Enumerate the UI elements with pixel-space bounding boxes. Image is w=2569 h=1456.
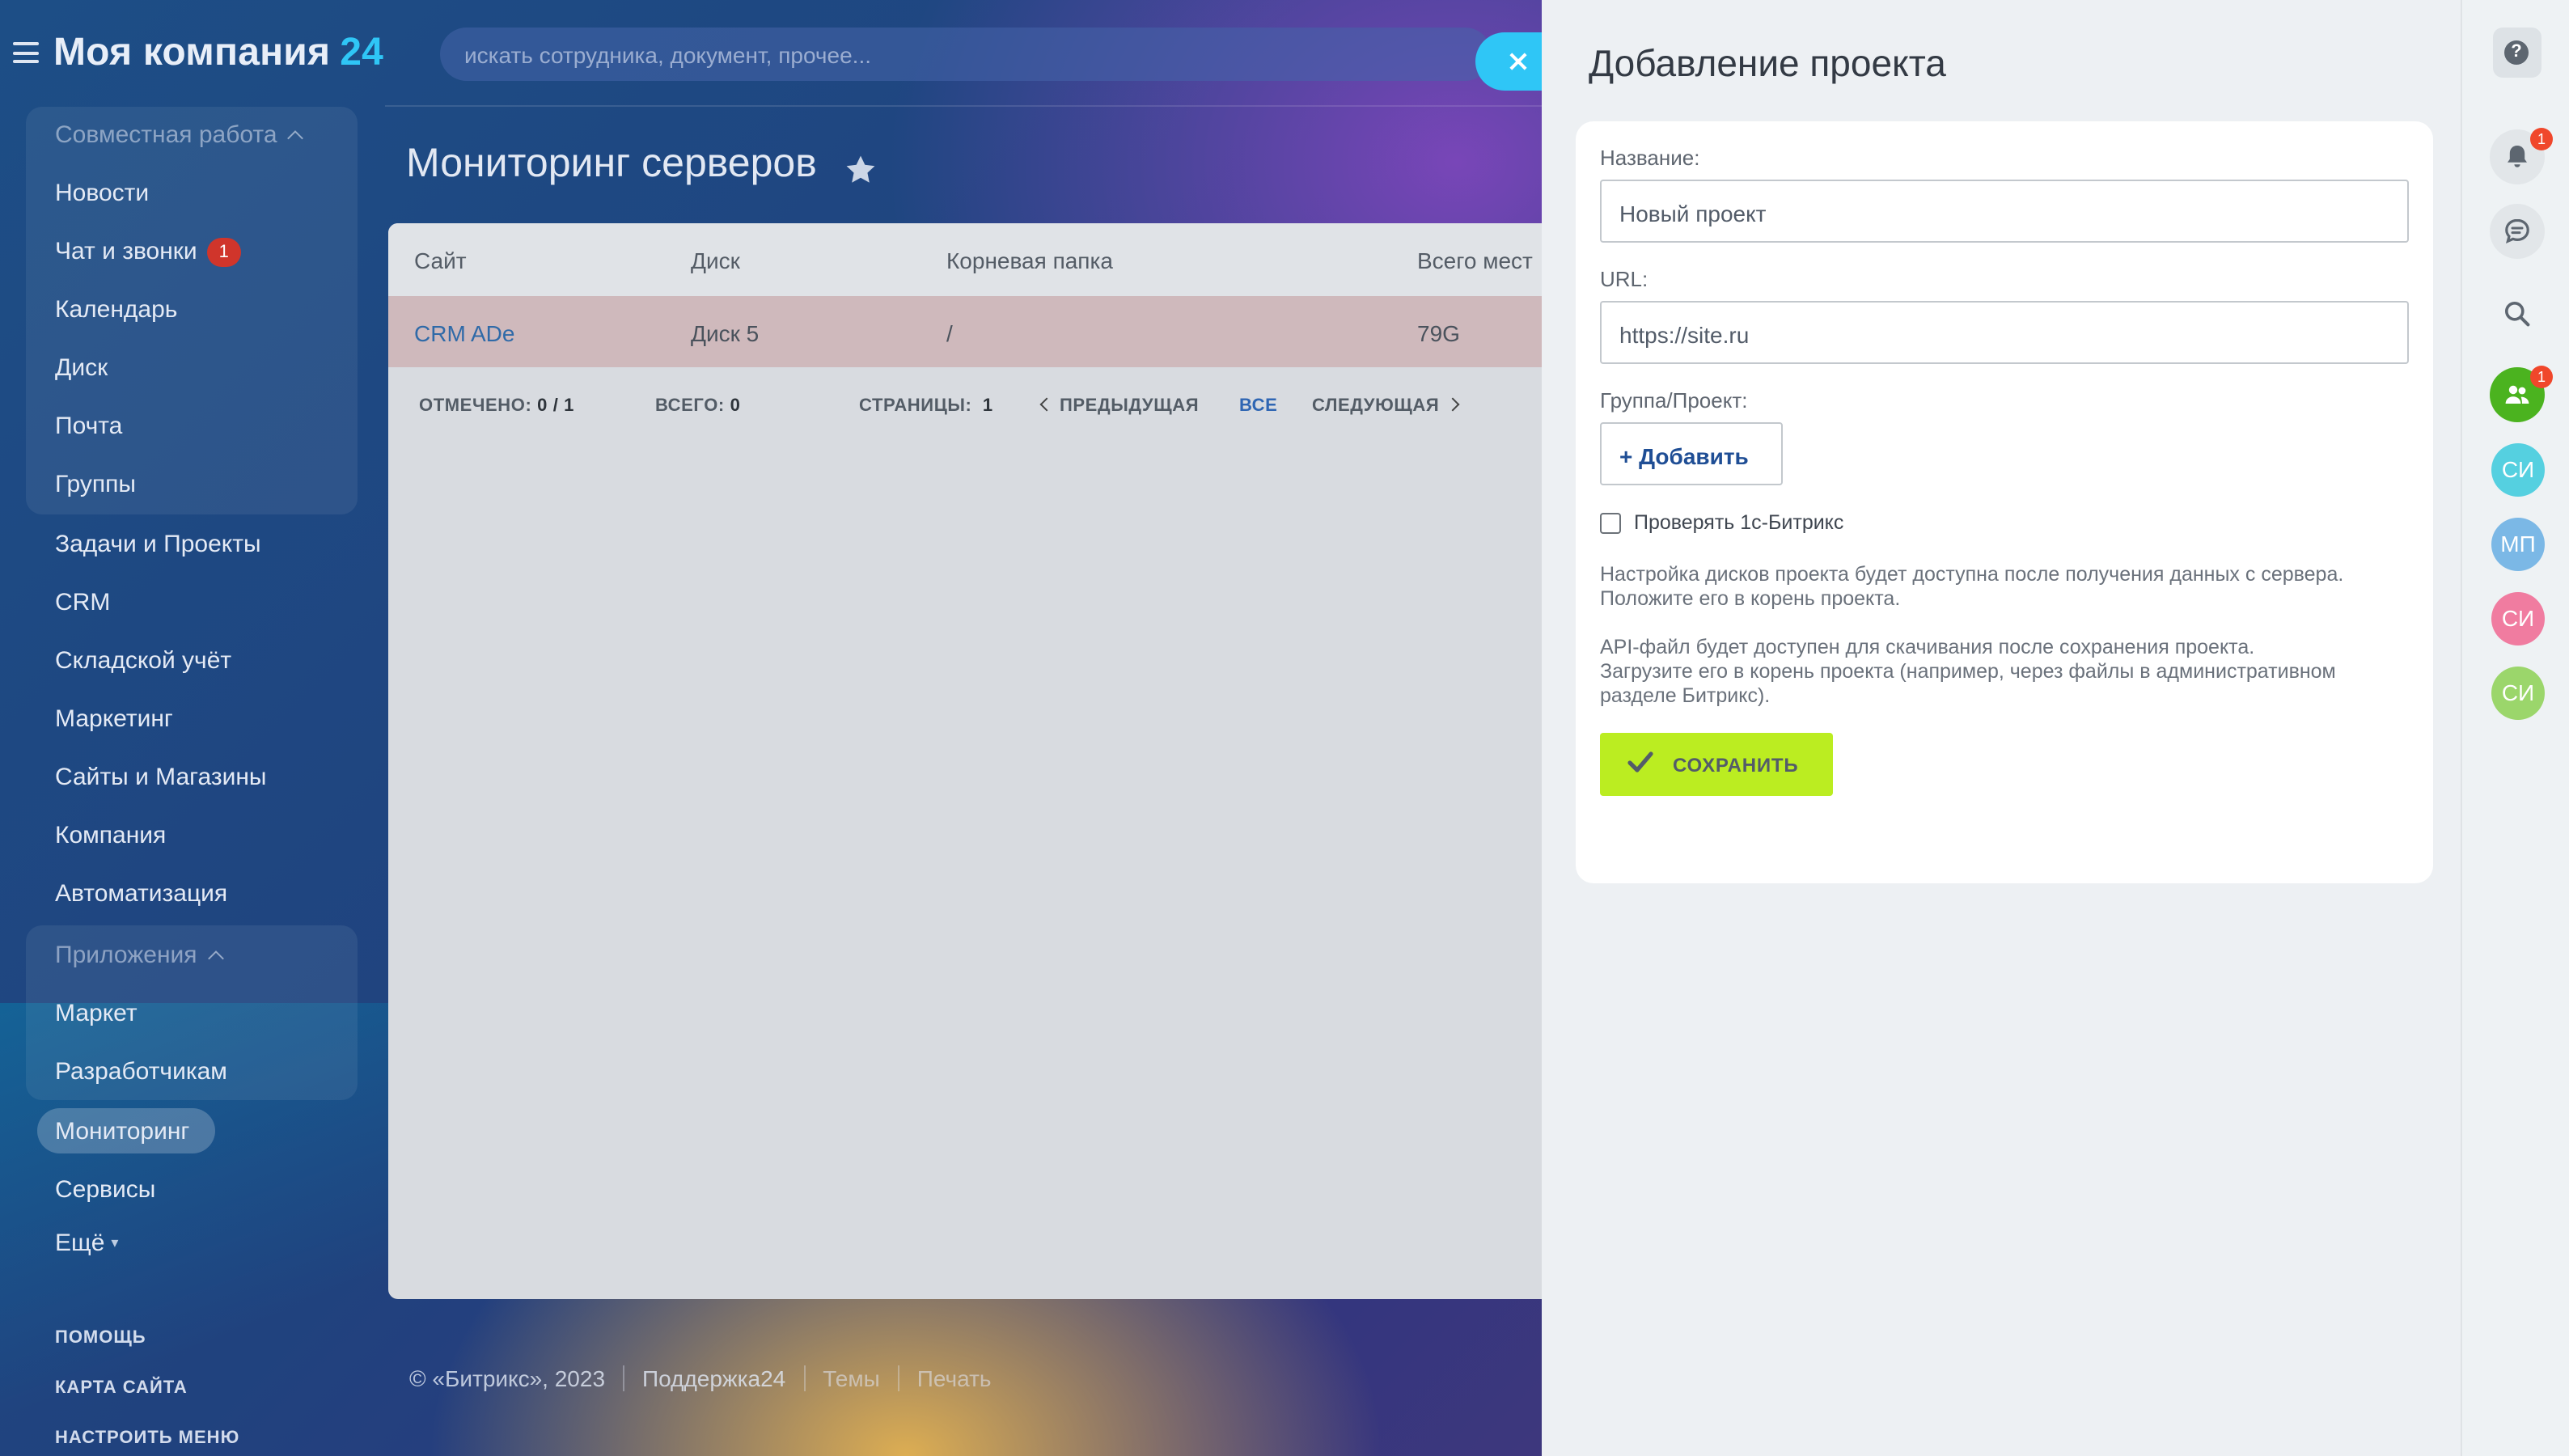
url-label: URL: xyxy=(1600,267,1648,291)
add-group-button[interactable]: + Добавить xyxy=(1600,422,1783,485)
add-project-form: Название: Новый проект URL: https://site… xyxy=(1576,121,2433,883)
slider-close-button[interactable] xyxy=(1475,32,1547,91)
disks-note-line: Настройка дисков проекта будет доступна … xyxy=(1600,563,2344,586)
chat-button[interactable] xyxy=(2490,204,2545,259)
chat-bubble-icon xyxy=(2505,218,2529,243)
right-toolbar: ? 1 1 СИ МП СИ СИ xyxy=(2461,0,2569,1456)
api-note-line: API-файл будет доступен для скачивания п… xyxy=(1600,636,2255,658)
name-field[interactable]: Новый проект xyxy=(1600,180,2409,243)
url-field-value: https://site.ru xyxy=(1619,322,1750,348)
avatar[interactable]: МП xyxy=(2491,518,2545,571)
question-icon: ? xyxy=(2504,40,2529,65)
save-button-label: СОХРАНИТЬ xyxy=(1673,754,1799,777)
save-button[interactable]: СОХРАНИТЬ xyxy=(1600,733,1833,796)
api-file-note: API-файл будет доступен для скачивания п… xyxy=(1600,636,2417,709)
avatar[interactable]: СИ xyxy=(2491,443,2545,497)
avatar[interactable]: СИ xyxy=(2491,592,2545,645)
api-note-line: разделе Битрикс). xyxy=(1600,684,1771,707)
search-icon xyxy=(2505,302,2530,327)
url-field[interactable]: https://site.ru xyxy=(1600,301,2409,364)
group-label: Группа/Проект: xyxy=(1600,388,1748,413)
help-button[interactable]: ? xyxy=(2493,28,2541,78)
bell-icon xyxy=(2508,146,2527,167)
notifications-badge: 1 xyxy=(2530,128,2553,150)
users-icon xyxy=(2505,385,2529,404)
add-project-slider: Добавление проекта Название: Новый проек… xyxy=(1542,0,2461,1456)
disks-note: Настройка дисков проекта будет доступна … xyxy=(1600,563,2417,612)
name-label: Название: xyxy=(1600,146,1700,170)
search-button[interactable] xyxy=(2490,286,2545,341)
add-group-button-label: + Добавить xyxy=(1619,443,1749,469)
check-bitrix-checkbox[interactable] xyxy=(1600,513,1621,534)
check-bitrix-label[interactable]: Проверять 1с-Битрикс xyxy=(1634,511,1843,534)
api-note-line: Загрузите его в корень проекта (например… xyxy=(1600,660,2336,683)
disks-note-line: Положите его в корень проекта. xyxy=(1600,587,1901,610)
name-field-value: Новый проект xyxy=(1619,201,1767,226)
avatar[interactable]: СИ xyxy=(2491,667,2545,720)
checkmark-icon xyxy=(1627,751,1653,772)
slider-title: Добавление проекта xyxy=(1589,42,1946,84)
team-badge: 1 xyxy=(2530,366,2553,388)
